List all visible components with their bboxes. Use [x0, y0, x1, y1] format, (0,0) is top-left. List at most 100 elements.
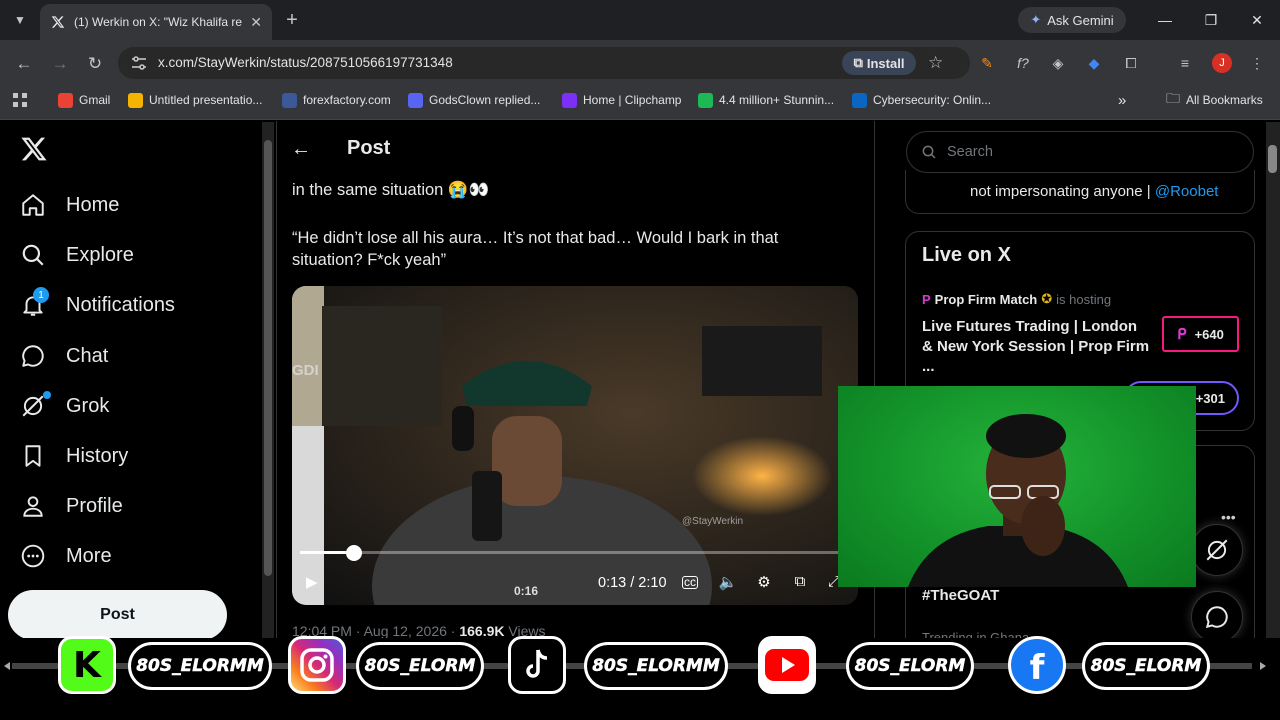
install-label: Install	[866, 55, 905, 71]
video-progress-track[interactable]	[300, 551, 840, 554]
right-scrollbar[interactable]	[1266, 122, 1280, 658]
instagram-logo-icon	[288, 636, 346, 694]
live-listeners-1[interactable]: ᑭ +640	[1162, 316, 1239, 352]
all-bookmarks-button[interactable]: 🗀 All Bookmarks	[1166, 90, 1263, 109]
url-text[interactable]: x.com/StayWerkin/status/2087510566197731…	[158, 55, 453, 70]
chat-icon	[22, 345, 44, 367]
nav-profile[interactable]: Profile	[20, 487, 123, 525]
media-control-icon[interactable]: ≡	[1174, 53, 1196, 73]
left-scrollbar-thumb[interactable]	[264, 140, 272, 576]
verified-badge-icon: ✪	[1041, 291, 1053, 306]
nav-home[interactable]: Home	[20, 186, 119, 224]
home-icon	[22, 194, 44, 216]
instagram-handle: 80S_ELORM	[356, 642, 484, 690]
pexels-icon	[698, 92, 713, 108]
live-host[interactable]: P Prop Firm Match ✪ is hosting	[922, 291, 1111, 307]
bookmarks-overflow-chevron-icon[interactable]: »	[1118, 91, 1126, 109]
host-name: Prop Firm Match	[934, 291, 1038, 307]
nav-explore[interactable]: Explore	[20, 236, 134, 274]
listener-count: +640	[1194, 326, 1224, 342]
restore-icon[interactable]: ❐	[1196, 8, 1226, 32]
install-app-button[interactable]: ⧉ Install	[842, 51, 916, 75]
clipchamp-icon	[562, 92, 577, 108]
gmail-icon	[58, 92, 73, 108]
facebook-logo-icon: f	[1008, 636, 1066, 694]
search-input[interactable]: Search	[906, 131, 1254, 173]
pen-extension-icon[interactable]: ✎	[976, 53, 998, 73]
youtube-handle: 80S_ELORM	[846, 642, 974, 690]
bookmark-label: Untitled presentatio...	[149, 93, 263, 107]
browser-menu-icon[interactable]: ⋮	[1246, 53, 1268, 73]
page-title: Post	[347, 137, 391, 159]
search-icon	[922, 145, 936, 159]
browser-tab[interactable]: (1) Werkin on X: "Wiz Khalifa re ✕	[40, 4, 272, 40]
back-arrow-icon[interactable]: ←	[291, 138, 313, 160]
profile-avatar[interactable]: J	[1212, 53, 1232, 73]
reload-icon[interactable]: ↻	[83, 52, 107, 76]
nav-chat[interactable]: Chat	[20, 337, 108, 375]
profile-bio: not impersonating anyone | @Roobet	[970, 183, 1218, 200]
minimize-icon[interactable]: —	[1150, 8, 1180, 32]
person-icon	[23, 496, 43, 517]
captions-icon[interactable]: cc	[682, 576, 698, 589]
back-arrow-icon[interactable]: ←	[12, 52, 36, 76]
close-window-icon[interactable]: ✕	[1242, 8, 1272, 32]
slides-icon	[128, 92, 143, 108]
forexfactory-icon	[282, 92, 297, 108]
folder-icon: 🗀	[1166, 90, 1180, 106]
bookmark-forexfactory[interactable]: forexfactory.com	[282, 91, 391, 109]
picture-in-picture-icon[interactable]: ⧉	[790, 573, 810, 590]
formula-extension-icon[interactable]: f?	[1012, 53, 1034, 73]
bio-handle-link[interactable]: @Roobet	[1155, 183, 1219, 200]
bookmark-slides[interactable]: Untitled presentatio...	[128, 91, 262, 109]
ask-gemini-button[interactable]: ✦ Ask Gemini	[1018, 7, 1126, 33]
video-frame	[292, 286, 858, 605]
x-logo-icon[interactable]	[20, 135, 48, 163]
grok-fab-button[interactable]	[1191, 524, 1243, 576]
post-text-line: in the same situation 😭👀	[292, 181, 490, 199]
nav-history[interactable]: History	[20, 437, 128, 475]
bookmark-clipchamp[interactable]: Home | Clipchamp	[562, 91, 681, 109]
bookmark-star-icon[interactable]: ☆	[928, 53, 943, 73]
nav-label: Chat	[66, 344, 109, 367]
grok-new-dot	[43, 391, 51, 399]
volume-icon[interactable]: 🔈	[718, 573, 738, 591]
listener-count: +301	[1195, 390, 1225, 406]
video-player[interactable]	[292, 286, 858, 605]
nav-more[interactable]: More	[20, 537, 112, 575]
site-info-icon[interactable]	[130, 54, 148, 72]
tab-search-chevron-icon[interactable]: ▼	[8, 8, 32, 32]
search-icon	[22, 244, 44, 266]
video-watermark: @StayWerkin	[682, 516, 744, 527]
bookmark-pexels[interactable]: 4.4 million+ Stunnin...	[698, 91, 834, 109]
bookmark-gmail[interactable]: Gmail	[58, 91, 110, 109]
tab-close-icon[interactable]: ✕	[250, 14, 262, 31]
bookmark-discord[interactable]: GodsClown replied...	[408, 91, 540, 109]
nav-grok[interactable]: Grok	[20, 387, 109, 425]
bookmark-cybersecurity[interactable]: Cybersecurity: Onlin...	[852, 91, 991, 109]
notification-badge: 1	[33, 287, 49, 303]
more-icon	[21, 544, 45, 568]
host-status: is hosting	[1056, 291, 1112, 307]
puzzle-extensions-icon[interactable]: ⧠	[1120, 53, 1142, 73]
trend-hashtag[interactable]: #TheGOAT	[922, 587, 999, 604]
forward-arrow-icon[interactable]: →	[48, 52, 72, 76]
bookmark-label: forexfactory.com	[303, 93, 391, 107]
tab-title: (1) Werkin on X: "Wiz Khalifa re	[74, 15, 243, 29]
settings-gear-icon[interactable]: ⚙	[754, 573, 774, 591]
play-icon[interactable]: ▶	[306, 573, 318, 591]
apps-grid-icon[interactable]	[12, 91, 28, 109]
right-scrollbar-thumb[interactable]	[1268, 145, 1277, 173]
video-seek-handle[interactable]	[346, 545, 362, 561]
view-count: 166.9K	[459, 623, 505, 639]
trend-more-icon[interactable]: •••	[1221, 509, 1236, 525]
webcam-overlay	[838, 386, 1196, 587]
post-button[interactable]: Post	[8, 590, 227, 640]
new-tab-button[interactable]: +	[280, 8, 304, 32]
messages-fab-button[interactable]	[1191, 591, 1243, 643]
tag-extension-icon[interactable]: ◆	[1083, 53, 1105, 73]
bookmark-label: GodsClown replied...	[429, 93, 541, 107]
cube-extension-icon[interactable]: ◈	[1047, 53, 1069, 73]
webcam-person-image	[908, 414, 1128, 587]
live-session-title[interactable]: Live Futures Trading | London & New York…	[922, 317, 1152, 377]
